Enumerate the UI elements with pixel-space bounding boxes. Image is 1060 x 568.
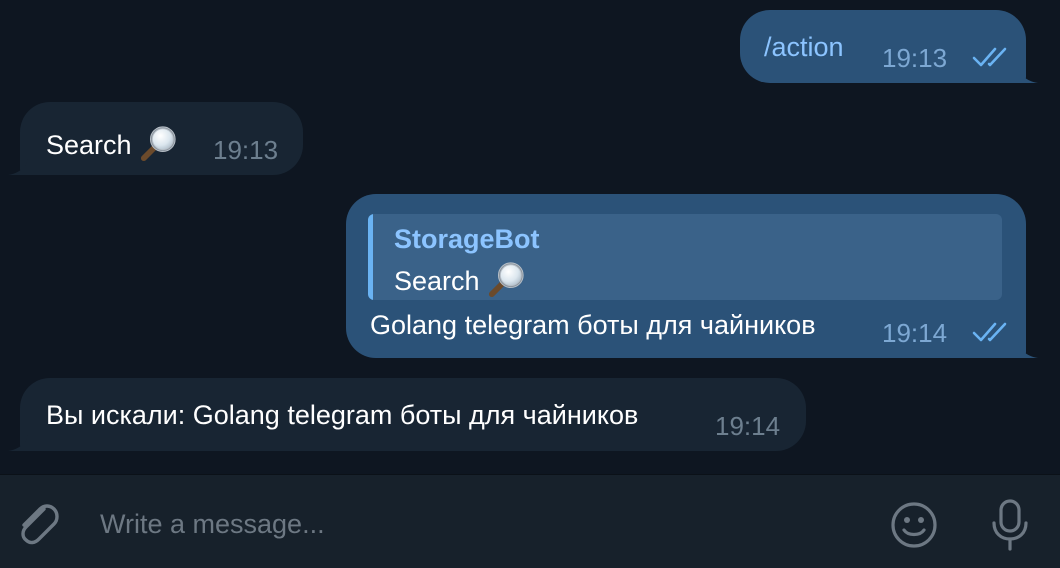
message-bubble-outgoing[interactable]: /action 19:13	[740, 10, 1026, 83]
message-text: Вы искали: Golang telegram боты для чайн…	[46, 400, 639, 430]
message-text: Golang telegram боты для чайников	[370, 310, 816, 340]
message-bubble-incoming[interactable]: Search 19:13	[20, 102, 303, 175]
bubble-tail	[8, 159, 28, 175]
message-time: 19:14	[882, 318, 948, 348]
smiley-icon[interactable]	[888, 499, 940, 551]
paperclip-icon[interactable]	[16, 501, 62, 549]
reply-author: StorageBot	[394, 224, 540, 254]
reply-label: Search	[394, 266, 480, 296]
message-label: Search	[46, 130, 132, 160]
message-input[interactable]	[98, 503, 862, 545]
message-composer	[0, 474, 1060, 568]
double-check-icon	[972, 47, 1007, 67]
bubble-tail	[1018, 67, 1038, 83]
message-text: Search	[46, 124, 178, 162]
reply-accent-bar	[368, 214, 373, 300]
bubble-tail	[8, 435, 28, 451]
bubble-tail	[1018, 342, 1038, 358]
microphone-icon[interactable]	[986, 495, 1034, 555]
message-text-command[interactable]: /action	[764, 32, 844, 63]
double-check-icon	[972, 322, 1007, 342]
reply-preview[interactable]: StorageBot Search	[368, 214, 1002, 300]
message-time: 19:14	[715, 411, 781, 441]
message-bubble-outgoing-reply[interactable]: StorageBot Search Golang telegram боты д…	[346, 194, 1026, 358]
chat-history: /action 19:13 Search 19:13 StorageBot Se…	[0, 0, 1060, 474]
message-bubble-incoming[interactable]: Вы искали: Golang telegram боты для чайн…	[20, 378, 806, 451]
magnifying-glass-icon	[140, 126, 176, 162]
magnifying-glass-icon	[488, 262, 524, 298]
message-time: 19:13	[213, 135, 279, 165]
message-time: 19:13	[882, 43, 948, 73]
reply-text: Search	[394, 260, 526, 298]
